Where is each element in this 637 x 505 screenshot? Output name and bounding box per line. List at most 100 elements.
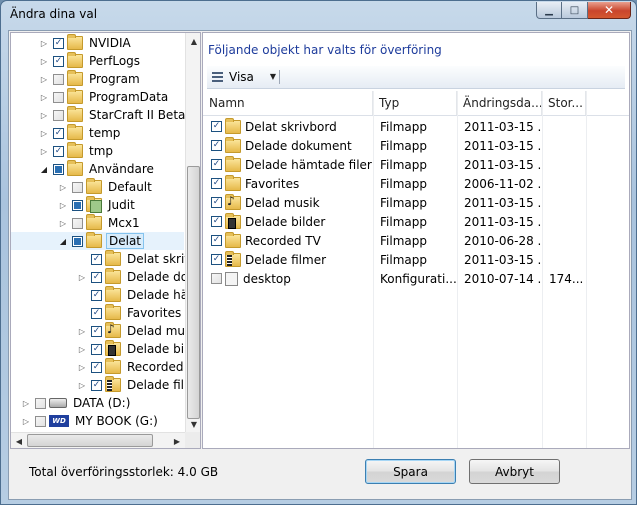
scroll-down-icon[interactable]: ▼	[186, 416, 200, 432]
file-row[interactable]: ✓ Recorded TV Filmapp 2010-06-28 ...	[203, 231, 629, 250]
collapse-arrow-icon[interactable]: ◢	[39, 164, 49, 174]
file-row[interactable]: ✓ Delade filmer Filmapp 2011-03-15 ...	[203, 250, 629, 269]
expand-arrow-icon[interactable]: ▷	[39, 92, 49, 102]
checkbox-unchecked[interactable]	[72, 181, 83, 193]
column-header-type[interactable]: Typ	[373, 91, 457, 115]
expand-arrow-icon[interactable]: ▷	[39, 110, 49, 120]
tree-horizontal-scrollbar[interactable]: ◀ ▶	[11, 432, 185, 448]
expand-arrow-icon[interactable]: ▷	[77, 326, 87, 336]
minimize-button[interactable]: ▁	[536, 2, 562, 19]
tree-item[interactable]: ▷ WD MY BOOK (G:)	[11, 412, 184, 430]
checkbox-checked[interactable]: ✓	[211, 197, 222, 208]
checkbox-unchecked[interactable]	[211, 273, 222, 284]
file-row[interactable]: ✓ Delad musik Filmapp 2011-03-15 ...	[203, 193, 629, 212]
expand-arrow-icon[interactable]: ▷	[39, 38, 49, 48]
checkbox-unchecked[interactable]	[72, 217, 83, 229]
column-header-name[interactable]: Namn	[203, 91, 373, 115]
expand-arrow-icon[interactable]: ▷	[77, 344, 87, 354]
checkbox-checked[interactable]: ✓	[91, 379, 102, 391]
expand-arrow-icon[interactable]: ▷	[77, 362, 87, 372]
checkbox-checked[interactable]: ✓	[91, 307, 102, 319]
tree-item[interactable]: ✓ Delat skriv	[11, 250, 191, 268]
checkbox-checked[interactable]: ✓	[53, 127, 64, 139]
expand-arrow-icon[interactable]: ▷	[77, 380, 87, 390]
tree-item[interactable]: ◢ Användare	[11, 160, 184, 178]
tree-item[interactable]: ▷ Default	[11, 178, 184, 196]
checkbox-checked[interactable]: ✓	[91, 325, 102, 337]
tree-item[interactable]: ✓ Favorites	[11, 304, 184, 322]
collapse-arrow-icon[interactable]: ◢	[58, 236, 68, 246]
checkbox-unchecked[interactable]	[53, 73, 64, 85]
file-row[interactable]: ✓ Delade hämtade filer Filmapp 2011-03-15 .…	[203, 155, 629, 174]
scroll-left-icon[interactable]: ◀	[11, 433, 27, 448]
tree-horizontal-scroll-thumb[interactable]	[27, 434, 153, 447]
save-button[interactable]: Spara	[365, 459, 456, 484]
tree-vertical-scroll-thumb[interactable]	[187, 166, 200, 419]
tree-item[interactable]: ▷ ProgramData	[11, 88, 184, 106]
tree-item[interactable]: ▷ ✓ tmp	[11, 142, 184, 160]
expand-arrow-icon[interactable]: ▷	[39, 74, 49, 84]
tree-item[interactable]: ▷ ✓ Delade bild	[11, 340, 195, 358]
checkbox-unchecked[interactable]	[53, 109, 64, 121]
view-menu-button[interactable]: Visa ▼	[209, 68, 279, 85]
tree-item[interactable]: ▷ ✓ Delad mus	[11, 322, 191, 340]
maximize-button[interactable]: □	[562, 2, 588, 19]
tree-item[interactable]: ▷ ✓ temp	[11, 124, 184, 142]
scroll-up-icon[interactable]: ▲	[186, 33, 200, 49]
checkbox-checked[interactable]: ✓	[91, 361, 102, 373]
checkbox-checked[interactable]: ✓	[91, 253, 102, 265]
tree-item[interactable]: ◢ Delat	[11, 232, 184, 250]
file-row[interactable]: ✓ Favorites Filmapp 2006-11-02 ...	[203, 174, 629, 193]
checkbox-checked[interactable]: ✓	[91, 343, 102, 355]
expand-arrow-icon[interactable]: ▷	[58, 200, 68, 210]
tree-item[interactable]: ✓ Delade häm	[11, 286, 200, 304]
checkbox-checked[interactable]: ✓	[91, 289, 102, 301]
checkbox-partial[interactable]	[72, 199, 83, 211]
tree-item[interactable]: ▷ DATA (D:)	[11, 394, 184, 412]
close-button[interactable]: ✕	[588, 2, 631, 19]
checkbox-partial[interactable]	[72, 235, 83, 247]
checkbox-checked[interactable]: ✓	[211, 159, 222, 170]
file-row[interactable]: ✓ Delade dokument Filmapp 2011-03-15 ...	[203, 136, 629, 155]
tree-item[interactable]: ▷ ✓ Recorded T	[11, 358, 195, 376]
title-bar[interactable]: Ändra dina val ▁ □ ✕	[1, 1, 636, 29]
checkbox-checked[interactable]: ✓	[91, 271, 102, 283]
file-row[interactable]: desktop Konfigurati... 2010-07-14 ... 174..…	[203, 269, 629, 288]
checkbox-checked[interactable]: ✓	[211, 178, 222, 189]
expand-arrow-icon[interactable]: ▷	[39, 128, 49, 138]
checkbox-checked[interactable]: ✓	[211, 254, 222, 265]
tree-item[interactable]: ▷ Program	[11, 70, 184, 88]
checkbox-checked[interactable]: ✓	[211, 121, 222, 132]
checkbox-checked[interactable]: ✓	[53, 55, 64, 67]
checkbox-checked[interactable]: ✓	[53, 145, 64, 157]
column-header-modified[interactable]: Ändringsda...	[457, 91, 542, 115]
expand-arrow-icon[interactable]: ▷	[58, 182, 68, 192]
scroll-right-icon[interactable]: ▶	[169, 433, 185, 448]
expand-arrow-icon[interactable]: ▷	[39, 146, 49, 156]
checkbox-unchecked[interactable]	[35, 397, 46, 409]
tree-item[interactable]: ▷ ✓ Delade filn	[11, 376, 192, 394]
expand-arrow-icon[interactable]: ▷	[58, 218, 68, 228]
tree-item[interactable]: ▷ Judit	[11, 196, 184, 214]
checkbox-checked[interactable]: ✓	[211, 216, 222, 227]
cancel-button[interactable]: Avbryt	[469, 459, 560, 484]
tree-item[interactable]: ▷ ✓ NVIDIA	[11, 34, 184, 52]
checkbox-checked[interactable]: ✓	[211, 235, 222, 246]
checkbox-unchecked[interactable]	[35, 415, 46, 427]
file-row[interactable]: ✓ Delade bilder Filmapp 2011-03-15 ...	[203, 212, 629, 231]
expand-arrow-icon[interactable]: ▷	[77, 272, 87, 282]
expand-arrow-icon[interactable]: ▷	[39, 56, 49, 66]
tree-item[interactable]: ▷ Mcx1	[11, 214, 184, 232]
expand-arrow-icon[interactable]: ▷	[21, 416, 31, 426]
checkbox-partial[interactable]	[53, 163, 64, 175]
checkbox-unchecked[interactable]	[53, 91, 64, 103]
column-header-size[interactable]: Stor...	[542, 91, 586, 115]
file-row[interactable]: ✓ Delat skrivbord Filmapp 2011-03-15 ...	[203, 117, 629, 136]
checkbox-checked[interactable]: ✓	[53, 37, 64, 49]
tree-item[interactable]: ▷ ✓ Delade dok	[11, 268, 195, 286]
tree-item[interactable]: ▷ StarCraft II Beta	[11, 106, 185, 124]
checkbox-checked[interactable]: ✓	[211, 140, 222, 151]
expand-arrow-icon[interactable]: ▷	[21, 398, 31, 408]
tree-vertical-scrollbar[interactable]: ▲ ▼	[185, 33, 200, 432]
tree-item[interactable]: ▷ ✓ PerfLogs	[11, 52, 184, 70]
